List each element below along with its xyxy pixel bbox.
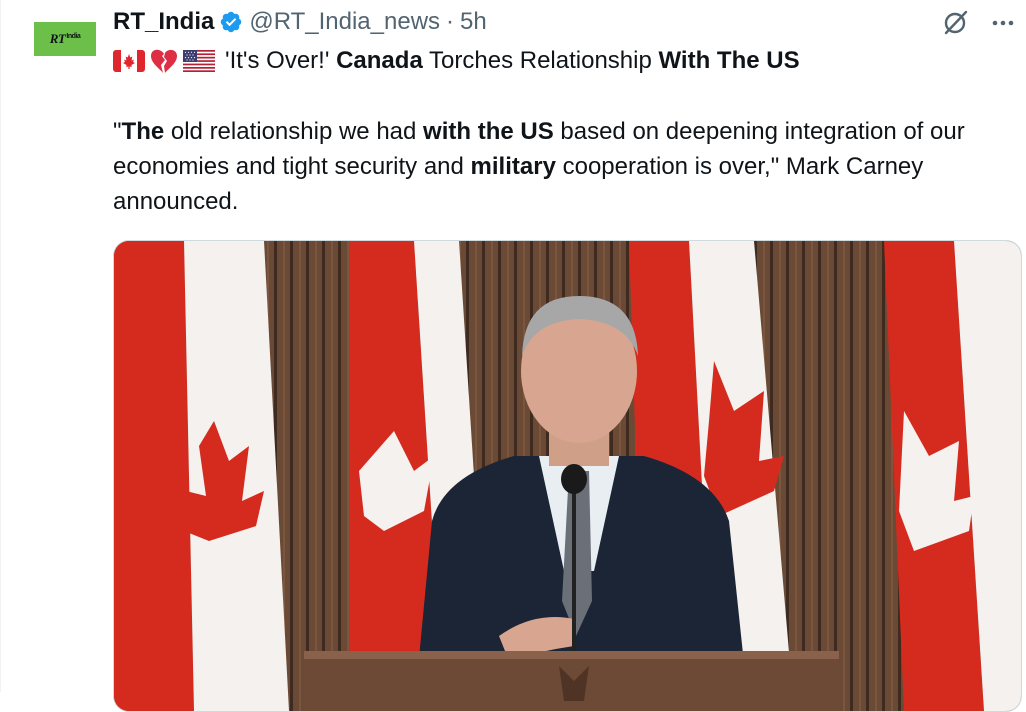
canada-flag-right	[884, 241, 1021, 711]
press-conference-photo	[114, 241, 1021, 711]
body-part: old relationship we had	[164, 118, 424, 145]
tweet-header: RT_India @RT_India_news · 5h	[113, 7, 487, 37]
us-flag-icon	[183, 50, 215, 72]
display-name[interactable]: RT_India	[113, 8, 214, 36]
body-part-bold: military	[470, 153, 556, 180]
avatar[interactable]: RT India	[34, 22, 96, 56]
timeline-border	[0, 0, 1, 692]
title-part-bold: Canada	[336, 47, 423, 74]
grok-icon[interactable]	[941, 8, 971, 38]
title-text: 'It's Over!' Canada Torches Relationship…	[225, 47, 800, 75]
body-part: "	[113, 118, 122, 145]
separator-dot: ·	[446, 8, 455, 35]
verified-badge-icon[interactable]	[219, 10, 243, 34]
tweet-body: "The old relationship we had with the US…	[113, 114, 1018, 219]
tweet-media-image[interactable]	[113, 240, 1022, 712]
more-icon[interactable]	[988, 12, 1018, 34]
tweet-title: 'It's Over!' Canada Torches Relationship…	[113, 45, 800, 77]
body-part-bold: The	[121, 118, 165, 145]
body-part-bold: with the US	[423, 118, 554, 145]
broken-heart-icon	[151, 49, 177, 73]
podium	[304, 651, 839, 711]
title-part: Torches Relationship	[422, 47, 659, 74]
handle[interactable]: @RT_India_news	[249, 8, 440, 36]
canada-flag-left	[114, 241, 289, 711]
timestamp[interactable]: 5h	[460, 8, 487, 36]
title-part: 'It's Over!'	[225, 47, 337, 74]
title-part-bold: With The US	[658, 47, 800, 74]
canada-flag-icon	[113, 50, 145, 72]
microphone	[561, 464, 587, 494]
avatar-logo-sub: India	[66, 32, 81, 40]
avatar-logo-text: RT	[49, 31, 66, 46]
